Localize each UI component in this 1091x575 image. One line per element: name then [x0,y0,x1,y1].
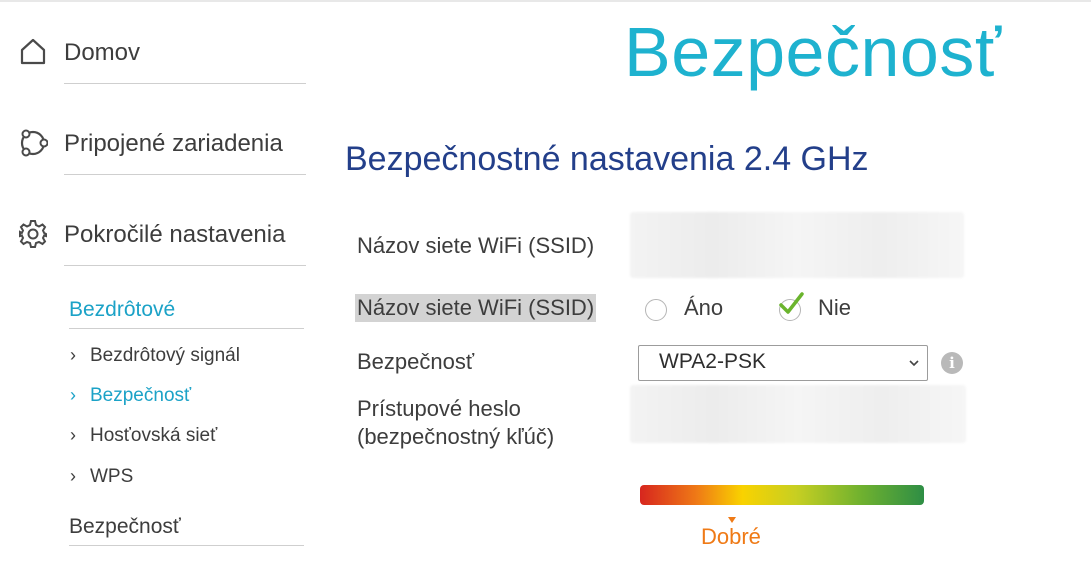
radio-no-label[interactable]: Nie [818,295,851,321]
nav-home-label: Domov [64,39,141,66]
nav-item-connected-devices[interactable]: Pripojené zariadenia [18,128,306,175]
security-mode-value: WPA2-PSK [659,350,766,373]
checkmark-icon [779,292,804,314]
chevron-right-icon: › [70,466,76,486]
hide-ssid-label: Názov siete WiFi (SSID) [355,294,597,322]
sidebar-item-wps[interactable]: › WPS [70,466,133,488]
strength-marker-icon [728,517,736,523]
nav-item-home[interactable]: Domov [18,37,306,84]
sidebar-section-security-label: Bezpečnosť [69,515,181,538]
section-title: Bezpečnostné nastavenia 2.4 GHz [345,140,869,178]
password-label-line1: Prístupové heslo [357,396,521,421]
section-divider [69,328,304,329]
password-label: Prístupové heslo (bezpečnostný kľúč) [357,395,554,451]
section-divider [69,545,304,546]
chevron-right-icon: › [70,425,76,445]
sidebar-section-security[interactable]: Bezpečnosť [69,515,304,546]
page-title: Bezpečnosť [624,13,1002,91]
nav-item-advanced-settings[interactable]: Pokročilé nastavenia [18,219,306,266]
gear-icon [19,220,47,248]
chevron-right-icon: › [70,345,76,365]
nav-divider [64,265,306,266]
password-strength-bar [640,485,924,505]
home-icon [20,38,46,65]
nav-devices-label: Pripojené zariadenia [64,130,283,157]
chevron-right-icon: › [70,385,76,405]
sidebar-item-guest-network[interactable]: › Hosťovská sieť [70,425,217,447]
sidebar-item-label: Bezdrôtový signál [90,345,240,366]
password-label-line2: (bezpečnostný kľúč) [357,424,555,449]
nav-divider [64,174,306,175]
info-icon[interactable]: i [941,352,963,374]
devices-icon [20,129,48,157]
sidebar-item-label: Bezpečnosť [90,385,192,406]
sidebar-item-label: WPS [90,466,134,487]
sidebar-section-wireless[interactable]: Bezdrôtové [69,298,304,329]
security-mode-label: Bezpečnosť [357,349,475,374]
sidebar-item-security[interactable]: › Bezpečnosť [70,385,191,407]
chevron-down-icon [909,360,919,367]
password-strength-label: Dobré [701,524,761,549]
sidebar-section-wireless-label: Bezdrôtové [69,298,176,321]
radio-yes-label[interactable]: Áno [684,295,723,321]
sidebar-item-label: Hosťovská sieť [90,425,218,446]
password-input[interactable] [630,385,966,443]
ssid-input[interactable] [630,212,964,278]
nav-advanced-label: Pokročilé nastavenia [64,221,286,248]
ssid-label: Názov siete WiFi (SSID) [357,233,595,258]
nav-divider [64,83,306,84]
sidebar-item-wireless-signal[interactable]: › Bezdrôtový signál [70,345,240,367]
top-divider [0,0,1091,2]
security-mode-select[interactable]: WPA2-PSK [638,345,928,381]
radio-yes[interactable] [645,299,667,321]
